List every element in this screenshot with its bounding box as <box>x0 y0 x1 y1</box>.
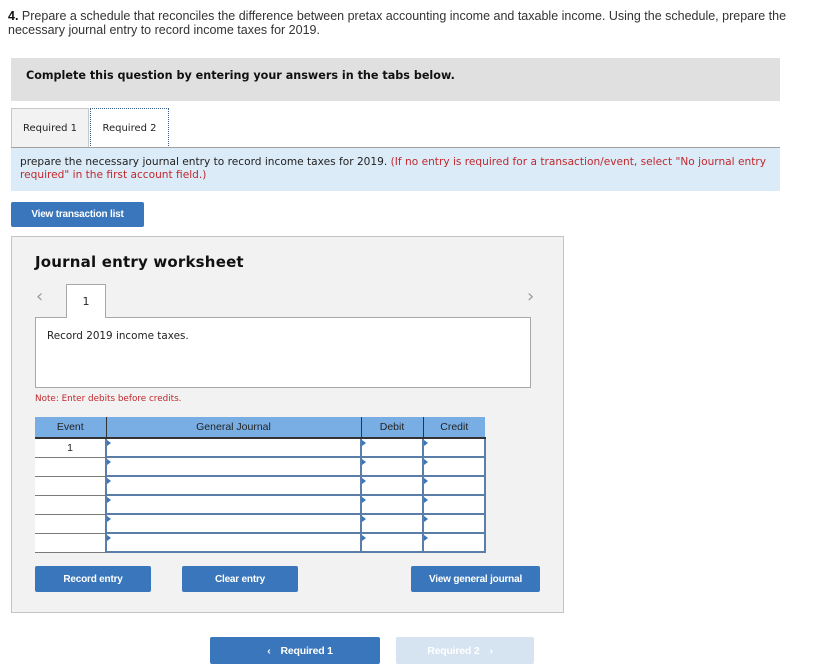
table-row <box>35 513 486 534</box>
credit-input[interactable] <box>422 475 486 496</box>
prev-required-1-button[interactable]: ‹ Required 1 <box>210 637 380 664</box>
event-cell <box>35 495 106 515</box>
event-cell <box>35 514 106 534</box>
worksheet-title: Journal entry worksheet <box>35 253 244 271</box>
journal-table: Event General Journal Debit Credit 1 <box>35 417 486 553</box>
account-input[interactable] <box>105 437 362 458</box>
account-input[interactable] <box>105 456 362 477</box>
prev-required-label: Required 1 <box>280 644 333 657</box>
credit-input[interactable] <box>422 532 486 553</box>
question-body: Prepare a schedule that reconciles the d… <box>8 9 787 37</box>
table-row <box>35 494 486 515</box>
next-required-label: Required 2 <box>427 644 480 657</box>
entry-description: Record 2019 income taxes. <box>35 317 531 388</box>
view-general-journal-button[interactable]: View general journal <box>411 566 540 592</box>
table-row <box>35 532 486 553</box>
next-required-2-button: Required 2 › <box>396 637 534 664</box>
instructions-banner: Complete this question by entering your … <box>11 58 780 101</box>
header-credit: Credit <box>422 417 485 439</box>
clear-entry-button[interactable]: Clear entry <box>182 566 298 592</box>
view-transaction-list-button[interactable]: View transaction list <box>11 202 144 227</box>
table-row <box>35 475 486 496</box>
entry-description-text: Record 2019 income taxes. <box>47 330 189 342</box>
event-cell <box>35 457 106 477</box>
table-row <box>35 456 486 477</box>
credit-input[interactable] <box>422 437 486 458</box>
credit-input[interactable] <box>422 456 486 477</box>
instruction-main: prepare the necessary journal entry to r… <box>20 156 391 168</box>
tab-required-2[interactable]: Required 2 <box>90 108 169 148</box>
worksheet-entry-tab[interactable]: 1 <box>66 284 106 318</box>
debit-input[interactable] <box>360 475 424 496</box>
question-text: 4. Prepare a schedule that reconciles th… <box>8 9 798 37</box>
account-input[interactable] <box>105 532 362 553</box>
credit-input[interactable] <box>422 513 486 534</box>
debit-input[interactable] <box>360 437 424 458</box>
chevron-left-icon: ‹ <box>267 644 271 657</box>
header-event: Event <box>35 417 106 439</box>
event-cell: 1 <box>35 438 106 458</box>
debit-input[interactable] <box>360 494 424 515</box>
account-input[interactable] <box>105 494 362 515</box>
account-input[interactable] <box>105 513 362 534</box>
chevron-right-icon[interactable]: › <box>527 286 534 307</box>
event-cell <box>35 476 106 496</box>
event-cell <box>35 533 106 553</box>
question-number: 4. <box>8 9 19 23</box>
header-debit: Debit <box>360 417 423 439</box>
journal-table-header: Event General Journal Debit Credit <box>35 417 485 439</box>
record-entry-button[interactable]: Record entry <box>35 566 151 592</box>
debit-input[interactable] <box>360 513 424 534</box>
tab-required-1[interactable]: Required 1 <box>11 108 89 148</box>
requirement-instructions: prepare the necessary journal entry to r… <box>11 147 780 191</box>
chevron-right-icon: › <box>489 644 493 657</box>
chevron-left-icon[interactable]: ‹ <box>36 286 43 307</box>
debit-input[interactable] <box>360 532 424 553</box>
debits-note: Note: Enter debits before credits. <box>35 394 182 404</box>
debit-input[interactable] <box>360 456 424 477</box>
table-row: 1 <box>35 437 486 458</box>
banner-text: Complete this question by entering your … <box>26 69 455 82</box>
credit-input[interactable] <box>422 494 486 515</box>
header-general-journal: General Journal <box>105 417 361 439</box>
journal-entry-worksheet: Journal entry worksheet ‹ 1 › Record 201… <box>11 236 564 613</box>
account-input[interactable] <box>105 475 362 496</box>
